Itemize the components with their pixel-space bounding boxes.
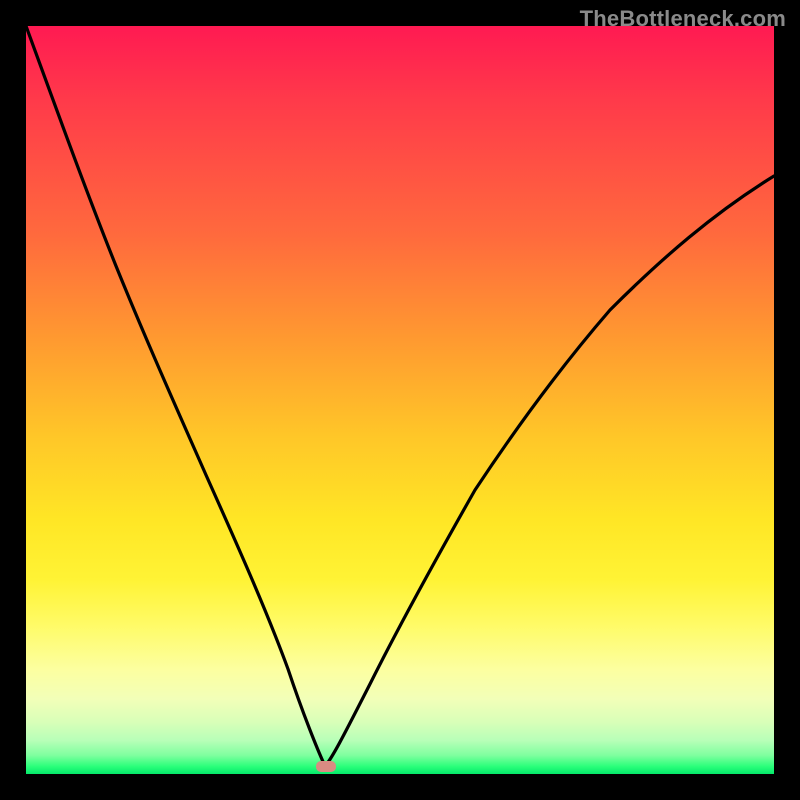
optimal-point-marker [316, 761, 336, 772]
chart-frame: TheBottleneck.com [0, 0, 800, 800]
watermark-text: TheBottleneck.com [580, 6, 786, 32]
bottleneck-curve [26, 26, 774, 774]
plot-area [26, 26, 774, 774]
